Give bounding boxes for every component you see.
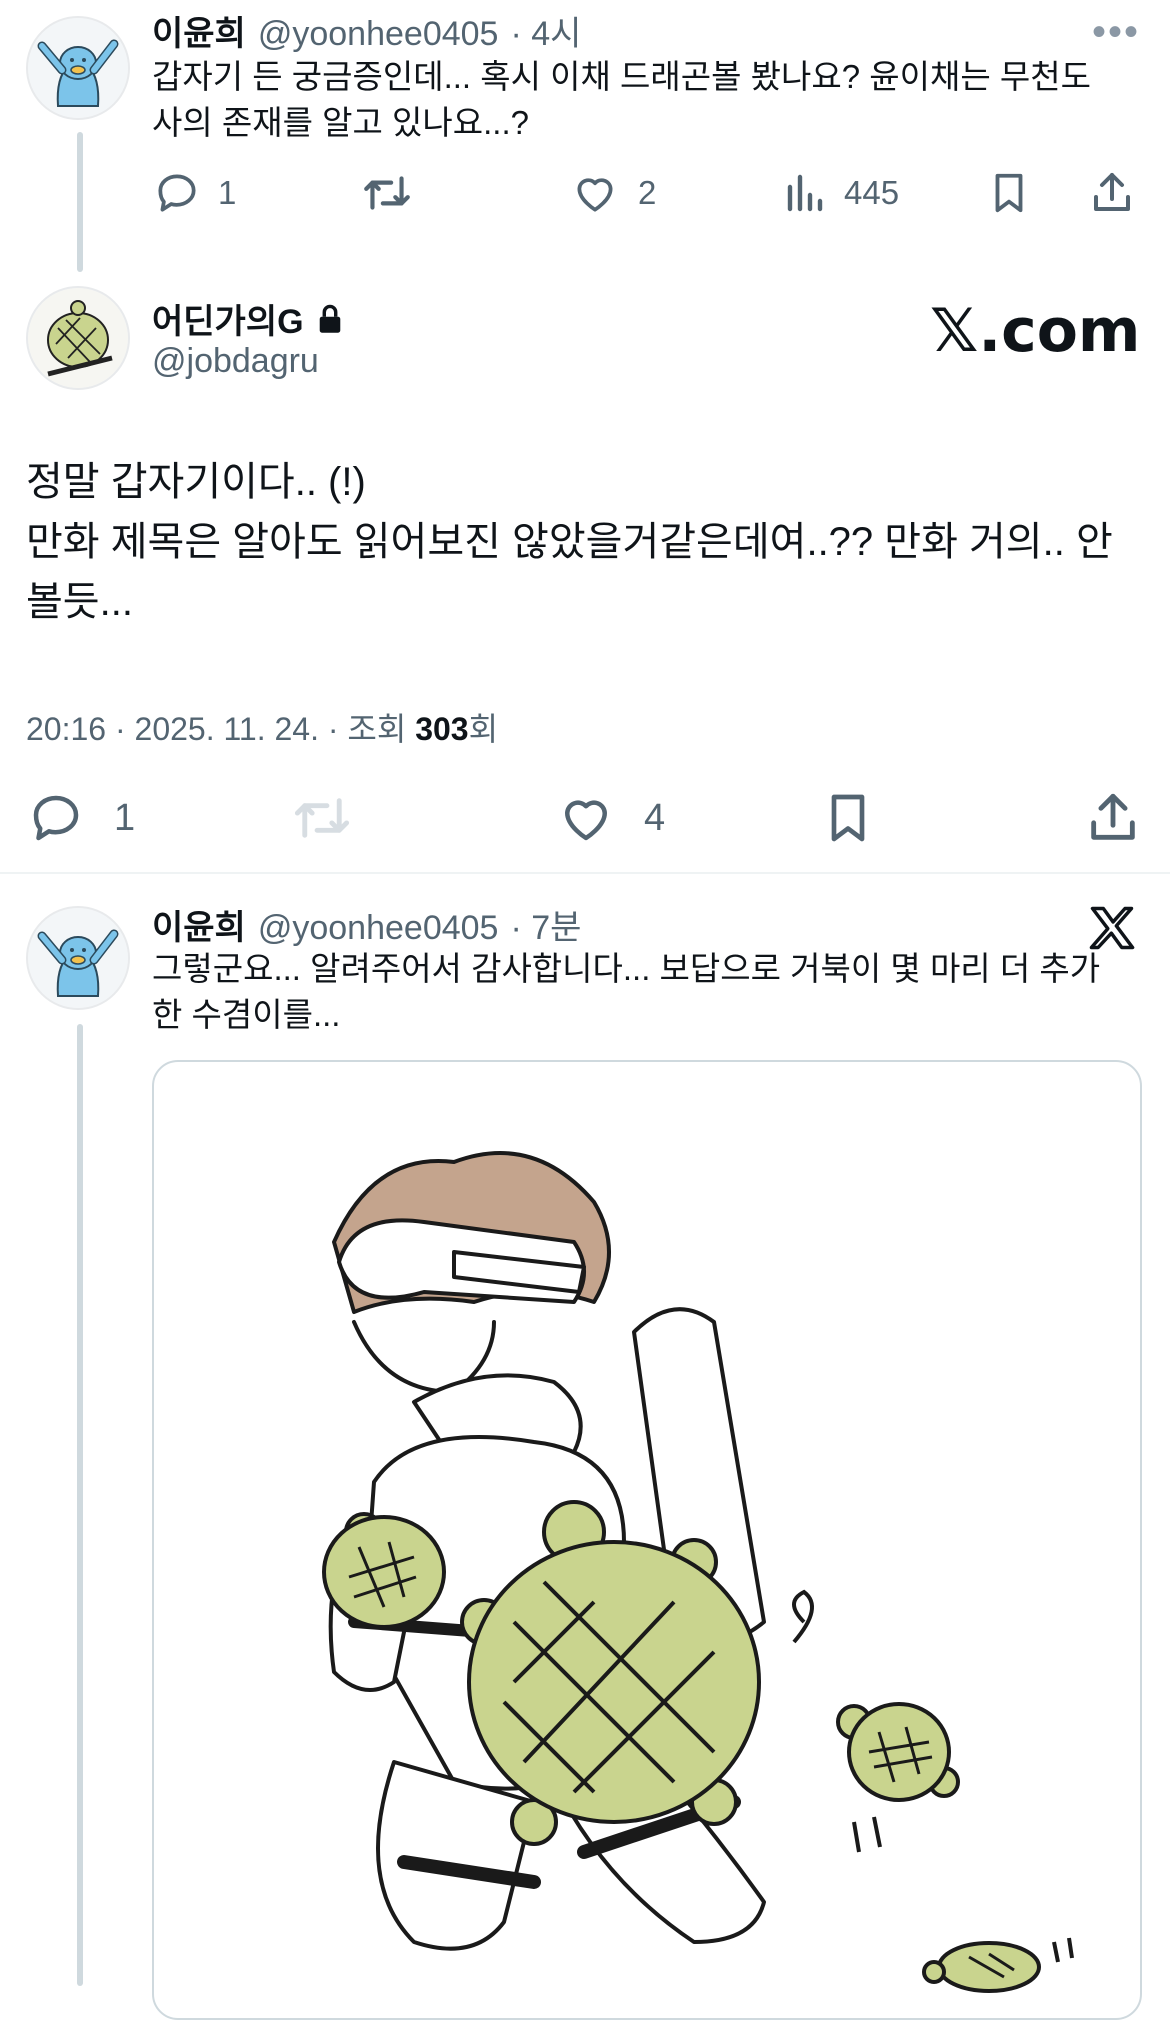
like-count: 4 — [644, 796, 666, 839]
reply-count: 1 — [114, 796, 136, 839]
tweet-text-line: 볼듯... — [26, 580, 133, 624]
author-handle[interactable]: @jobdagru — [152, 342, 319, 381]
bookmark-button[interactable] — [986, 168, 1032, 218]
avatar[interactable] — [26, 286, 130, 390]
views-count: 445 — [844, 174, 900, 211]
retweet-button — [290, 788, 354, 848]
tweet-text-line: 한 수겸이를... — [152, 996, 341, 1033]
tweet-text-line: 갑자기 든 궁금증인데... 혹시 이채 드래곤볼 봤나요? 윤이채는 무천도 — [152, 58, 1091, 95]
author-handle[interactable]: @yoonhee0405 — [258, 15, 499, 54]
x-logo-icon: 𝕏.com — [930, 296, 1141, 366]
blue-character-avatar-image — [28, 18, 128, 118]
blue-character-avatar-image — [28, 908, 128, 1008]
views-icon — [787, 174, 823, 212]
post-timestamp[interactable]: 20:16 · 2025. 11. 24. · 조회 — [26, 711, 415, 747]
retweet-icon — [364, 176, 410, 210]
share-icon — [1094, 173, 1130, 211]
avatar[interactable] — [26, 906, 130, 1010]
like-icon — [565, 800, 607, 841]
post-time[interactable]: · 7분 — [510, 900, 581, 949]
avatar[interactable] — [26, 16, 130, 120]
attached-image-card[interactable] — [152, 1060, 1142, 2020]
bookmark-icon — [831, 794, 865, 842]
view-count: 303 — [415, 711, 469, 747]
tweet-text-line: 사의 존재를 알고 있나요...? — [152, 104, 529, 141]
tweet-text-line: 만화 제목은 알아도 읽어보진 않았을거같은데여..?? 만화 거의.. 안 — [26, 520, 1113, 564]
like-icon — [577, 178, 613, 212]
divider — [0, 872, 1170, 874]
post-meta: 20:16 · 2025. 11. 24. · 조회 303회 — [26, 704, 498, 750]
turtle-avatar-image — [28, 288, 128, 388]
author-name[interactable]: 이윤희 — [152, 6, 246, 55]
reply-icon — [158, 174, 196, 212]
like-count: 2 — [638, 174, 657, 211]
reply-icon — [33, 795, 79, 841]
bookmark-icon — [995, 173, 1023, 213]
post-time[interactable]: · 4시 — [510, 6, 581, 55]
share-icon — [1091, 793, 1135, 840]
retweet-icon — [294, 798, 350, 838]
author-name[interactable]: 이윤희 — [152, 900, 246, 949]
like-button[interactable]: 2 — [570, 168, 656, 218]
like-button[interactable]: 4 — [556, 788, 665, 848]
author-handle[interactable]: @yoonhee0405 — [258, 909, 499, 948]
retweet-button[interactable] — [360, 168, 414, 218]
reply-count: 1 — [218, 174, 237, 211]
more-options-icon[interactable]: ••• — [1092, 10, 1140, 55]
lock-icon — [319, 304, 340, 333]
bookmark-button[interactable] — [820, 788, 876, 848]
view-suffix: 회 — [468, 711, 499, 747]
author-name[interactable]: 어딘가의G — [152, 294, 304, 343]
thread-line-bottom — [77, 1024, 83, 1986]
tweet-text-line: 정말 갑자기이다.. (!) — [26, 460, 366, 504]
turtle-backpack-illustration — [322, 1151, 1074, 1993]
views-button[interactable]: 445 — [780, 168, 899, 218]
reply-button[interactable]: 1 — [26, 788, 135, 848]
share-button[interactable] — [1084, 788, 1142, 848]
reply-button[interactable]: 1 — [152, 168, 236, 218]
share-button[interactable] — [1088, 168, 1136, 218]
thread-line-top — [77, 132, 83, 272]
tweet-text-line: 그렇군요... 알려주어서 감사합니다... 보답으로 거북이 몇 마리 더 추… — [152, 950, 1101, 987]
